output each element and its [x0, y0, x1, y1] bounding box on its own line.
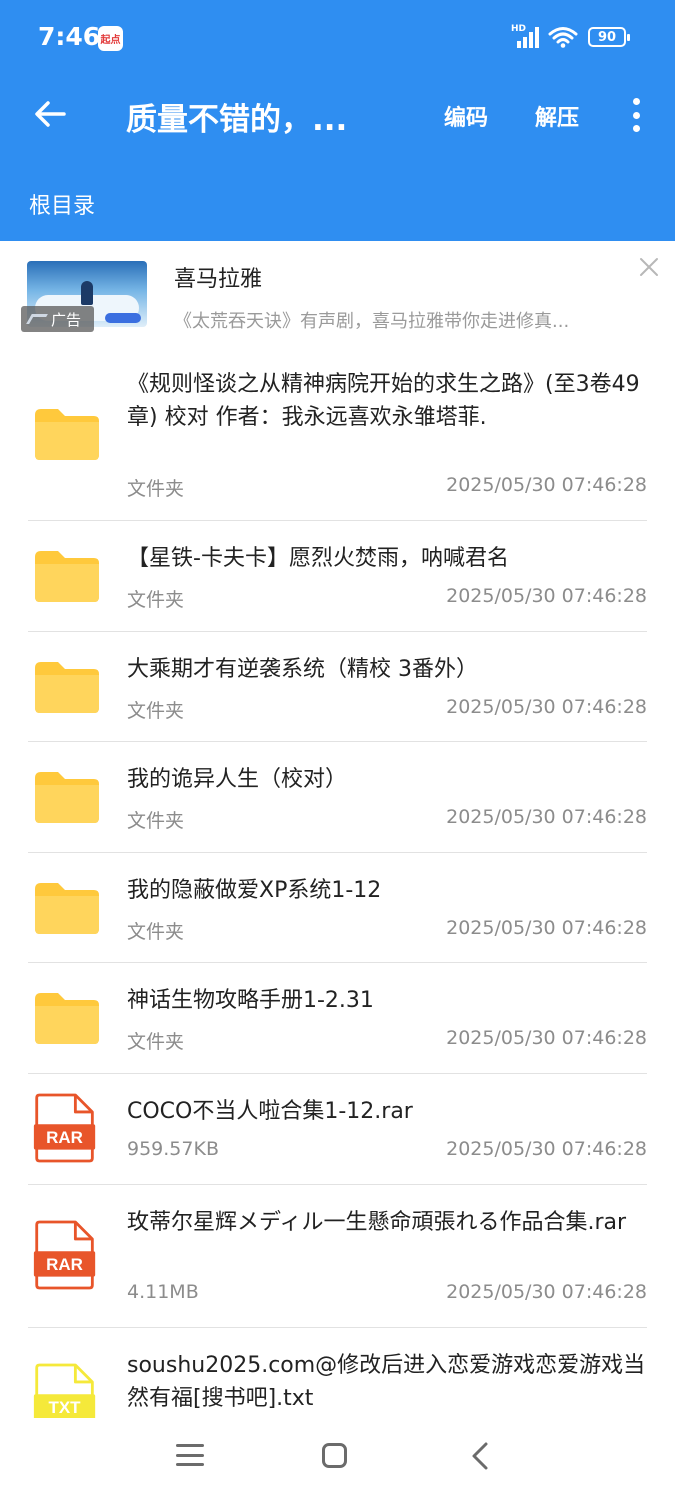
- file-name: 我的诡异人生（校对）: [127, 767, 348, 792]
- file-name: 我的隐蔽做爱XP系统1-12: [127, 878, 382, 903]
- folder-icon: [35, 551, 99, 602]
- status-bar: 7:46 起点 HD 90: [0, 0, 675, 72]
- file-kind: 文件夹: [127, 478, 185, 500]
- back-arrow-icon[interactable]: [32, 96, 68, 132]
- file-date: 2025/05/30 07:46:28: [446, 1138, 647, 1160]
- file-date: 2025/05/30 07:46:28: [446, 806, 647, 828]
- file-date: 2025/05/30 07:46:28: [446, 585, 647, 607]
- list-item[interactable]: 神话生物攻略手册1-2.31 文件夹 2025/05/30 07:46:28: [0, 963, 675, 1074]
- file-date: 2025/05/30 07:46:28: [446, 1281, 647, 1303]
- more-options-icon[interactable]: [625, 98, 647, 132]
- file-name: soushu2025.com@修改后进入恋爱游戏恋爱游戏当然有福[搜书吧].tx…: [127, 1353, 646, 1411]
- file-date: 2025/05/30 07:46:28: [446, 1027, 647, 1049]
- file-size: 4.11MB: [127, 1281, 199, 1303]
- breadcrumb-root[interactable]: 根目录: [29, 188, 95, 220]
- list-item[interactable]: TXT soushu2025.com@修改后进入恋爱游戏恋爱游戏当然有福[搜书吧…: [0, 1328, 675, 1433]
- app-bar: 7:46 起点 HD 90 质量不错的，... 编码 解压 根目录: [0, 0, 675, 241]
- file-size: 959.57KB: [127, 1138, 219, 1160]
- nav-back-icon[interactable]: [468, 1441, 492, 1471]
- file-date: 2025/05/30 07:46:28: [446, 474, 647, 496]
- file-kind: 文件夹: [127, 921, 185, 943]
- folder-icon: [35, 409, 99, 460]
- folder-icon: [35, 993, 99, 1044]
- ad-description[interactable]: 《太荒吞天诀》有声剧，喜马拉雅带你走进修真...: [174, 307, 629, 333]
- file-name: 玫蒂尔星辉メディル一生懸命頑張れる作品合集.rar: [127, 1210, 627, 1235]
- file-date: 2025/05/30 07:46:28: [446, 696, 647, 718]
- folder-icon: [35, 883, 99, 934]
- file-name: 【星铁-卡夫卡】愿烈火焚雨，呐喊君名: [127, 546, 509, 571]
- list-item[interactable]: RAR COCO不当人啦合集1-12.rar 959.57KB 2025/05/…: [0, 1074, 675, 1185]
- status-time: 7:46: [38, 22, 101, 51]
- list-item[interactable]: 大乘期才有逆袭系统（精校 3番外） 文件夹 2025/05/30 07:46:2…: [0, 632, 675, 742]
- folder-icon: [35, 662, 99, 713]
- system-nav-bar: [0, 1418, 675, 1500]
- file-kind: 文件夹: [127, 810, 185, 832]
- home-icon[interactable]: [322, 1443, 347, 1468]
- list-item[interactable]: 《规则怪谈之从精神病院开始的求生之路》(至3卷49章) 校对 作者：我永远喜欢永…: [0, 341, 675, 521]
- rar-file-icon: RAR: [33, 1093, 96, 1163]
- txt-badge: TXT: [48, 1398, 81, 1417]
- file-kind: 文件夹: [127, 1031, 185, 1053]
- file-name: 神话生物攻略手册1-2.31: [127, 988, 374, 1013]
- file-list: 《规则怪谈之从精神病院开始的求生之路》(至3卷49章) 校对 作者：我永远喜欢永…: [0, 341, 675, 1433]
- list-item[interactable]: RAR 玫蒂尔星辉メディル一生懸命頑張れる作品合集.rar 4.11MB 202…: [0, 1185, 675, 1328]
- signal-icon: [517, 27, 539, 48]
- rar-file-icon: RAR: [33, 1220, 96, 1290]
- ad-title[interactable]: 喜马拉雅: [174, 261, 262, 293]
- wifi-icon: [548, 27, 578, 48]
- rar-badge: RAR: [46, 1255, 83, 1274]
- file-kind: 文件夹: [127, 589, 185, 611]
- file-name: 大乘期才有逆袭系统（精校 3番外）: [127, 657, 478, 682]
- extract-button[interactable]: 解压: [535, 100, 579, 132]
- file-date: 2025/05/30 07:46:28: [446, 917, 647, 939]
- list-item[interactable]: 我的隐蔽做爱XP系统1-12 文件夹 2025/05/30 07:46:28: [0, 853, 675, 963]
- page-title: 质量不错的，...: [126, 102, 348, 138]
- rar-badge: RAR: [46, 1128, 83, 1147]
- file-name: 《规则怪谈之从精神病院开始的求生之路》(至3卷49章) 校对 作者：我永远喜欢永…: [127, 372, 640, 430]
- folder-icon: [35, 772, 99, 823]
- list-item[interactable]: 【星铁-卡夫卡】愿烈火焚雨，呐喊君名 文件夹 2025/05/30 07:46:…: [0, 521, 675, 632]
- ad-banner[interactable]: 广告 喜马拉雅 《太荒吞天诀》有声剧，喜马拉雅带你走进修真...: [0, 241, 675, 341]
- file-kind: 文件夹: [127, 700, 185, 722]
- list-item[interactable]: 我的诡异人生（校对） 文件夹 2025/05/30 07:46:28: [0, 742, 675, 853]
- battery-indicator: 90: [588, 27, 630, 47]
- encode-button[interactable]: 编码: [444, 100, 488, 132]
- ad-label: 广告: [21, 306, 94, 332]
- file-name: COCO不当人啦合集1-12.rar: [127, 1099, 413, 1124]
- recents-menu-icon[interactable]: [176, 1444, 204, 1466]
- qidian-notification-icon: 起点: [98, 26, 123, 51]
- close-icon[interactable]: [637, 255, 661, 279]
